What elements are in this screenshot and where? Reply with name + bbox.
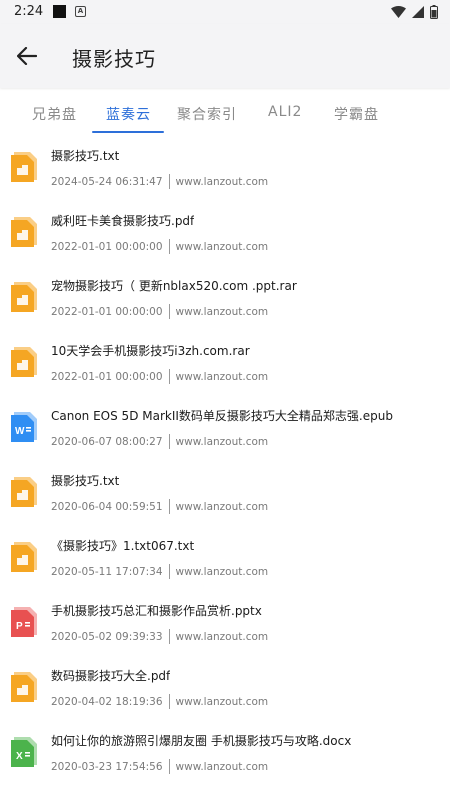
arrow-left-icon bbox=[17, 47, 37, 65]
page-title: 摄影技巧 bbox=[72, 47, 156, 71]
file-meta: 2020-05-11 17:07:34 www.lanzout.com bbox=[51, 564, 268, 579]
file-source: www.lanzout.com bbox=[175, 630, 269, 643]
tab-xuebapan[interactable]: 学霸盘 bbox=[334, 104, 379, 124]
file-source: www.lanzout.com bbox=[175, 370, 269, 383]
meta-divider bbox=[168, 564, 170, 579]
archive-file-icon bbox=[11, 540, 39, 572]
file-meta: 2020-06-07 08:00:27 www.lanzout.com bbox=[51, 434, 268, 449]
status-bar: 2:24 A bbox=[0, 0, 450, 24]
list-item[interactable]: 摄影技巧.txt 2020-06-04 00:59:51 www.lanzout.… bbox=[0, 459, 450, 524]
file-date: 2020-04-02 18:19:36 bbox=[51, 695, 163, 708]
archive-file-icon bbox=[11, 345, 39, 377]
archive-file-icon bbox=[11, 215, 39, 247]
notification-square-icon bbox=[53, 5, 66, 18]
file-meta: 2020-03-23 17:54:56 www.lanzout.com bbox=[51, 759, 268, 774]
back-button[interactable] bbox=[14, 44, 40, 68]
meta-divider bbox=[168, 629, 170, 644]
tab-xiongdipan[interactable]: 兄弟盘 bbox=[32, 104, 77, 124]
file-source: www.lanzout.com bbox=[175, 305, 269, 318]
archive-file-icon bbox=[11, 670, 39, 702]
meta-divider bbox=[168, 434, 170, 449]
file-meta: 2024-05-24 06:31:47 www.lanzout.com bbox=[51, 174, 268, 189]
archive-file-icon bbox=[11, 150, 39, 182]
file-meta: 2020-04-02 18:19:36 www.lanzout.com bbox=[51, 694, 268, 709]
active-tab-indicator bbox=[92, 131, 164, 133]
source-tabs: 兄弟盘 蓝奏云 聚合索引 ALI2 学霸盘 bbox=[0, 96, 450, 134]
file-date: 2020-06-07 08:00:27 bbox=[51, 435, 163, 448]
archive-file-icon bbox=[11, 475, 39, 507]
notification-a-icon: A bbox=[75, 6, 86, 17]
file-name: Canon EOS 5D MarkII数码单反摄影技巧大全精品郑志强.epub bbox=[51, 409, 393, 423]
list-item[interactable]: 《摄影技巧》1.txt067.txt 2020-05-11 17:07:34 ww… bbox=[0, 524, 450, 589]
file-name: 威利旺卡美食摄影技巧.pdf bbox=[51, 214, 195, 228]
svg-text:X: X bbox=[16, 751, 23, 762]
file-name: 摄影技巧.txt bbox=[51, 474, 120, 488]
signal-icon bbox=[412, 6, 424, 18]
file-name: 《摄影技巧》1.txt067.txt bbox=[51, 539, 195, 553]
tab-ali2[interactable]: ALI2 bbox=[268, 104, 302, 120]
file-name: 摄影技巧.txt bbox=[51, 149, 120, 163]
file-date: 2020-03-23 17:54:56 bbox=[51, 760, 163, 773]
file-source: www.lanzout.com bbox=[175, 240, 269, 253]
file-meta: 2020-06-04 00:59:51 www.lanzout.com bbox=[51, 499, 268, 514]
list-item[interactable]: 摄影技巧.txt 2024-05-24 06:31:47 www.lanzout.… bbox=[0, 134, 450, 199]
list-item[interactable]: X 如何让你的旅游照引爆朋友圈 手机摄影技巧与攻略.docx 2020-03-2… bbox=[0, 719, 450, 784]
app-bar: 摄影技巧 bbox=[0, 24, 450, 88]
svg-text:W: W bbox=[15, 426, 25, 437]
meta-divider bbox=[168, 174, 170, 189]
svg-text:P: P bbox=[16, 621, 23, 632]
battery-icon bbox=[430, 5, 438, 19]
archive-file-icon bbox=[11, 280, 39, 312]
file-name: 如何让你的旅游照引爆朋友圈 手机摄影技巧与攻略.docx bbox=[51, 734, 352, 748]
file-meta: 2022-01-01 00:00:00 www.lanzout.com bbox=[51, 239, 268, 254]
status-time: 2:24 bbox=[14, 4, 44, 19]
file-date: 2024-05-24 06:31:47 bbox=[51, 175, 163, 188]
file-meta: 2020-05-02 09:39:33 www.lanzout.com bbox=[51, 629, 268, 644]
meta-divider bbox=[168, 759, 170, 774]
meta-divider bbox=[168, 499, 170, 514]
wifi-icon bbox=[391, 6, 406, 18]
file-name: 数码摄影技巧大全.pdf bbox=[51, 669, 171, 683]
list-item[interactable]: 威利旺卡美食摄影技巧.pdf 2022-01-01 00:00:00 www.la… bbox=[0, 199, 450, 264]
file-date: 2020-05-02 09:39:33 bbox=[51, 630, 163, 643]
file-source: www.lanzout.com bbox=[175, 175, 269, 188]
excel-file-icon: X bbox=[11, 735, 39, 767]
status-icons bbox=[391, 5, 438, 19]
file-list: 摄影技巧.txt 2024-05-24 06:31:47 www.lanzout.… bbox=[0, 134, 450, 784]
file-date: 2022-01-01 00:00:00 bbox=[51, 240, 163, 253]
ppt-file-icon: P bbox=[11, 605, 39, 637]
file-date: 2020-06-04 00:59:51 bbox=[51, 500, 163, 513]
word-file-icon: W bbox=[11, 410, 39, 442]
file-date: 2020-05-11 17:07:34 bbox=[51, 565, 163, 578]
list-item[interactable]: 10天学会手机摄影技巧i3zh.com.rar 2022-01-01 00:00… bbox=[0, 329, 450, 394]
file-date: 2022-01-01 00:00:00 bbox=[51, 305, 163, 318]
file-meta: 2022-01-01 00:00:00 www.lanzout.com bbox=[51, 304, 268, 319]
list-item[interactable]: 宠物摄影技巧（ 更新nblax520.com .ppt.rar 2022-01-… bbox=[0, 264, 450, 329]
tab-juhe-suoyin[interactable]: 聚合索引 bbox=[177, 104, 237, 124]
file-name: 10天学会手机摄影技巧i3zh.com.rar bbox=[51, 344, 250, 358]
list-item[interactable]: P 手机摄影技巧总汇和摄影作品赏析.pptx 2020-05-02 09:39:… bbox=[0, 589, 450, 654]
file-meta: 2022-01-01 00:00:00 www.lanzout.com bbox=[51, 369, 268, 384]
file-source: www.lanzout.com bbox=[175, 695, 269, 708]
list-item[interactable]: 数码摄影技巧大全.pdf 2020-04-02 18:19:36 www.lanz… bbox=[0, 654, 450, 719]
tab-lanzouyun[interactable]: 蓝奏云 bbox=[106, 104, 151, 124]
file-name: 宠物摄影技巧（ 更新nblax520.com .ppt.rar bbox=[51, 279, 297, 293]
list-item[interactable]: W Canon EOS 5D MarkII数码单反摄影技巧大全精品郑志强.epu… bbox=[0, 394, 450, 459]
file-name: 手机摄影技巧总汇和摄影作品赏析.pptx bbox=[51, 604, 262, 618]
file-source: www.lanzout.com bbox=[175, 500, 269, 513]
meta-divider bbox=[168, 239, 170, 254]
meta-divider bbox=[168, 369, 170, 384]
file-date: 2022-01-01 00:00:00 bbox=[51, 370, 163, 383]
file-source: www.lanzout.com bbox=[175, 565, 269, 578]
file-source: www.lanzout.com bbox=[175, 760, 269, 773]
meta-divider bbox=[168, 694, 170, 709]
file-source: www.lanzout.com bbox=[175, 435, 269, 448]
meta-divider bbox=[168, 304, 170, 319]
